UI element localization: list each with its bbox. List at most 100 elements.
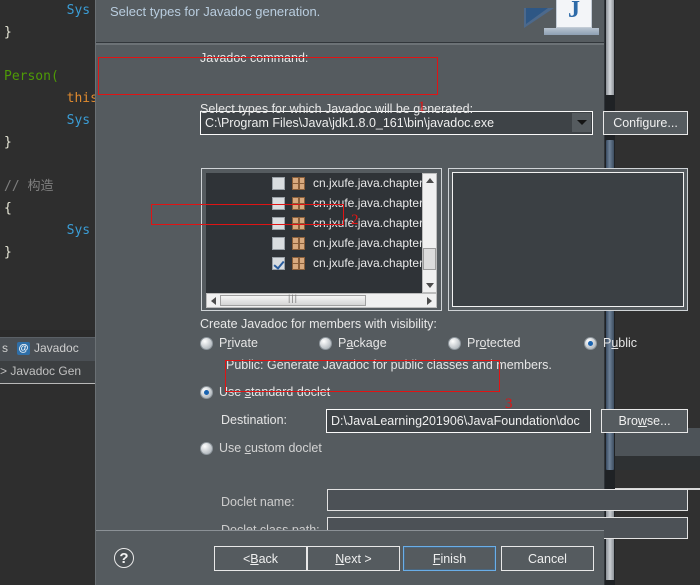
code-line: this (4, 91, 95, 106)
radio-protected[interactable]: Protected (448, 336, 521, 350)
dialog-header: Select types for Javadoc generation. J (96, 0, 604, 43)
dialog-footer: ? < Back Next > Finish Cancel (96, 530, 604, 585)
doclet-name-input[interactable] (327, 489, 688, 511)
tree-hscroll-thumb[interactable] (220, 295, 366, 306)
checkbox-icon[interactable] (272, 176, 285, 190)
scroll-up-icon[interactable] (423, 174, 436, 187)
checkbox-icon[interactable] (272, 216, 285, 230)
tree-row[interactable]: cn.jxufe.java.chapter (206, 193, 422, 213)
breadcrumb-label: > Javadoc Gen (0, 364, 82, 378)
radio-private[interactable]: Private (200, 336, 258, 350)
checkbox-icon[interactable] (272, 196, 285, 210)
radio-use-custom-doclet[interactable]: Use custom doclet (200, 441, 322, 455)
cancel-button[interactable]: Cancel (501, 546, 594, 571)
radio-standard-doclet-label: Use standard doclet (219, 385, 331, 399)
checkbox-icon[interactable] (272, 236, 285, 250)
javadoc-logo: J (514, 0, 599, 44)
javadoc-command-label: Javadoc command: (200, 51, 309, 65)
logo-j-badge: J (556, 0, 592, 28)
tree-row-label: cn.jxufe.java.chapter (313, 176, 422, 190)
radio-protected-indicator[interactable] (448, 336, 461, 350)
tree-vertical-scrollbar[interactable] (422, 173, 437, 293)
code-line: } (4, 245, 12, 260)
code-line: Person( (4, 69, 59, 84)
tab-partial-label: s (2, 341, 8, 355)
visibility-label: Create Javadoc for members with visibili… (200, 317, 437, 331)
types-tree[interactable]: cn.jxufe.java.chapter cn.jxufe.java.chapt… (206, 173, 422, 293)
package-icon (292, 236, 305, 250)
radio-private-indicator[interactable] (200, 336, 213, 350)
tree-row-label: cn.jxufe.java.chapter (313, 256, 422, 270)
chevron-down-icon[interactable] (572, 113, 591, 132)
tree-row[interactable]: cn.jxufe.java.chapter (206, 213, 422, 233)
package-icon (292, 176, 305, 190)
annotation-number-2: 2 (351, 212, 359, 228)
destination-input[interactable]: D:\JavaLearning201906\JavaFoundation\doc (326, 409, 591, 433)
next-button[interactable]: Next > (307, 546, 400, 571)
annotation-number-3: 3 (505, 396, 513, 412)
package-icon (292, 216, 305, 230)
back-button[interactable]: < Back (214, 546, 307, 571)
right-pane-shadow (615, 456, 700, 470)
bottom-view-tabbar[interactable]: s @ Javadoc (0, 337, 95, 362)
editor-gap (0, 330, 95, 337)
scroll-right-icon[interactable] (427, 296, 432, 305)
select-types-label: Select types for which Javadoc will be g… (200, 102, 474, 116)
browse-button[interactable]: Bro w se... (601, 409, 688, 433)
radio-public-indicator[interactable] (584, 336, 597, 350)
configure-button[interactable]: Configure... (603, 111, 688, 135)
console-panel (0, 384, 95, 585)
selected-types-panel[interactable] (448, 168, 688, 311)
tree-row[interactable]: cn.jxufe.java.chapter (206, 253, 422, 273)
window-scrollbar-top-segment[interactable] (606, 0, 614, 95)
code-line: Sys (4, 113, 91, 128)
destination-label: Destination: (221, 413, 288, 427)
checkbox-icon[interactable] (272, 256, 285, 270)
code-line: Sys (4, 3, 91, 18)
tree-vscroll-thumb[interactable] (423, 248, 436, 270)
radio-public[interactable]: Public (584, 336, 637, 350)
dialog-title: Select types for Javadoc generation. (110, 4, 321, 19)
scroll-down-icon[interactable] (423, 279, 436, 292)
logo-shelf (544, 28, 599, 35)
radio-package-label: Package (338, 336, 387, 350)
code-line: } (4, 25, 12, 40)
package-icon (292, 256, 305, 270)
tree-row[interactable]: cn.jxufe.java.chapter (206, 173, 422, 193)
javadoc-breadcrumb: > Javadoc Gen (0, 361, 95, 384)
window-scrollbar-bottom-segment[interactable] (606, 500, 614, 580)
types-tree-panel[interactable]: cn.jxufe.java.chapter cn.jxufe.java.chapt… (201, 168, 442, 311)
radio-custom-doclet-label: Use custom doclet (219, 441, 322, 455)
radio-custom-doclet-indicator[interactable] (200, 441, 213, 455)
radio-private-label: Private (219, 336, 258, 350)
doclet-name-label: Doclet name: (221, 495, 295, 509)
tab-javadoc-label: Javadoc (34, 341, 79, 355)
tree-row[interactable]: cn.jxufe.java.chapter (206, 233, 422, 253)
code-line: Sys (4, 223, 91, 238)
package-icon (292, 196, 305, 210)
dialog-body: Javadoc command: C:\Program Files\Java\j… (96, 45, 688, 539)
radio-package[interactable]: Package (319, 336, 387, 350)
radio-protected-label: Protected (467, 336, 521, 350)
selected-types-list[interactable] (452, 172, 684, 307)
code-editor[interactable]: Sys} Person( this Sys} // 构造 { Sys} (0, 0, 95, 330)
question-mark-icon[interactable]: ? (114, 548, 134, 568)
visibility-description: Public: Generate Javadoc for public clas… (226, 358, 552, 372)
finish-button[interactable]: Finish (403, 546, 496, 571)
tree-row-label: cn.jxufe.java.chapter (313, 196, 422, 210)
tree-horizontal-scrollbar[interactable] (206, 293, 437, 308)
logo-triangle-inner-icon (526, 8, 548, 24)
radio-use-standard-doclet[interactable]: Use standard doclet (200, 385, 330, 399)
tree-row-label: cn.jxufe.java.chapter (313, 216, 422, 230)
tree-row-label: cn.jxufe.java.chapter (313, 236, 422, 250)
radio-public-label: Public (603, 336, 638, 350)
code-line: // 构造 (4, 179, 54, 194)
radio-package-indicator[interactable] (319, 336, 332, 350)
code-line: { (4, 201, 12, 216)
radio-standard-doclet-indicator[interactable] (200, 385, 213, 399)
at-icon: @ (17, 342, 30, 355)
code-line: } (4, 135, 12, 150)
scroll-left-icon[interactable] (211, 296, 216, 305)
